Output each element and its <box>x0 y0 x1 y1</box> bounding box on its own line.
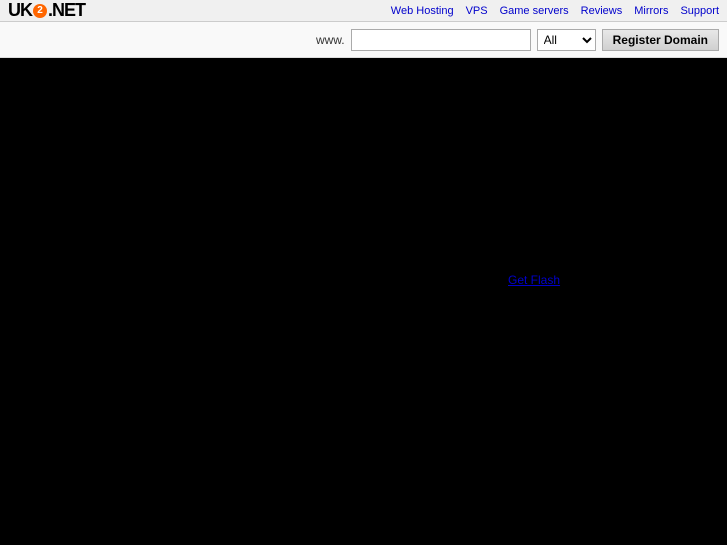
nav-web-hosting[interactable]: Web Hosting <box>391 5 454 17</box>
domain-bar: www. All .com .net .org .co.uk .uk Regis… <box>0 22 727 58</box>
register-domain-button[interactable]: Register Domain <box>602 29 719 51</box>
main-content: Get Flash <box>0 58 727 545</box>
nav-game-servers[interactable]: Game servers <box>500 5 569 17</box>
domain-input[interactable] <box>351 29 531 51</box>
www-label: www. <box>316 33 345 47</box>
logo[interactable]: UK 2 .NET <box>8 0 85 21</box>
logo-post: .NET <box>48 0 85 21</box>
nav-mirrors[interactable]: Mirrors <box>634 5 668 17</box>
nav-reviews[interactable]: Reviews <box>581 5 623 17</box>
get-flash-link[interactable]: Get Flash <box>508 273 560 287</box>
nav-support[interactable]: Support <box>680 5 719 17</box>
tld-select[interactable]: All .com .net .org .co.uk .uk <box>537 29 596 51</box>
nav-links: Web Hosting VPS Game servers Reviews Mir… <box>391 5 719 17</box>
logo-pre: UK <box>8 0 32 21</box>
nav-vps[interactable]: VPS <box>466 5 488 17</box>
header: UK 2 .NET Web Hosting VPS Game servers R… <box>0 0 727 22</box>
logo-circle-icon: 2 <box>33 4 47 18</box>
